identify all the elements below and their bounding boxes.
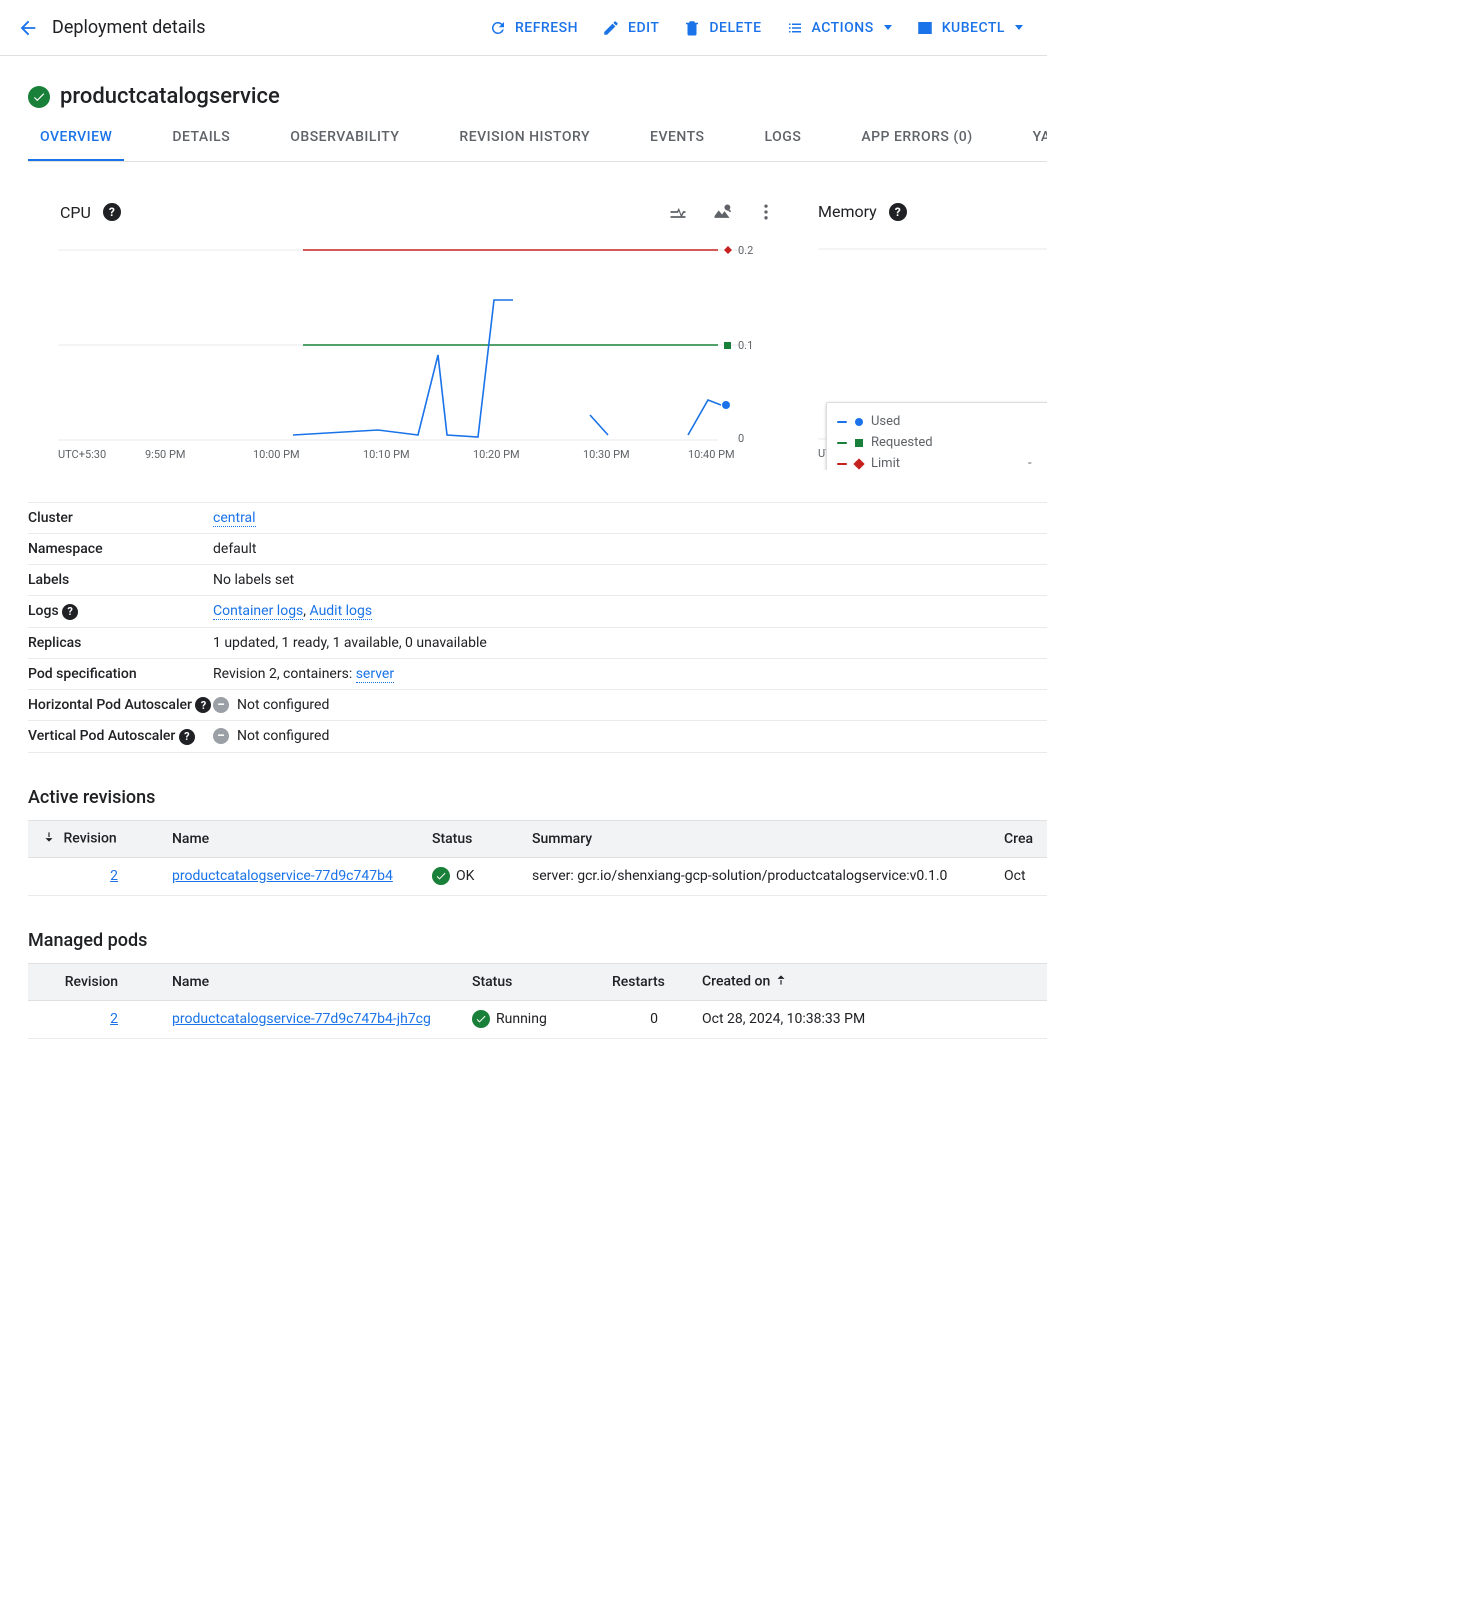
svg-text:10:40 PM: 10:40 PM [688, 448, 735, 461]
details-table: Cluster central Namespace default Labels… [28, 502, 1047, 753]
back-button[interactable] [8, 8, 48, 48]
check-icon [432, 867, 450, 885]
col-created[interactable]: Created on [688, 963, 1047, 1000]
col-name[interactable]: Name [158, 963, 458, 1000]
sort-desc-icon [42, 830, 56, 848]
pods-table: Revision Name Status Restarts Created on… [28, 963, 1047, 1039]
table-row[interactable]: 2 productcatalogservice-77d9c747b4-jh7cg… [28, 1000, 1047, 1038]
status-badge: Running [472, 1010, 547, 1028]
tab-logs[interactable]: LOGS [753, 129, 814, 161]
svg-text:UTC+5:30: UTC+5:30 [58, 448, 106, 461]
trash-icon [683, 19, 701, 37]
tab-app-errors[interactable]: APP ERRORS (0) [849, 129, 984, 161]
actions-dropdown[interactable]: ACTIONS [786, 19, 892, 37]
row-pod-spec: Pod specification Revision 2, containers… [28, 658, 1047, 689]
managed-pods-title: Managed pods [28, 930, 1047, 951]
chevron-down-icon [1015, 25, 1023, 30]
pencil-icon [602, 19, 620, 37]
topbar-actions: REFRESH EDIT DELETE ACTIONS KUBECTL [489, 19, 1039, 37]
svg-text:0.2: 0.2 [738, 244, 753, 257]
pod-revision-link[interactable]: 2 [110, 1011, 118, 1027]
help-icon[interactable]: ? [889, 203, 907, 221]
check-icon [472, 1010, 490, 1028]
svg-text:10:00 PM: 10:00 PM [253, 448, 300, 461]
tab-yaml[interactable]: YAML [1021, 129, 1047, 161]
col-revision[interactable]: Revision [28, 820, 158, 857]
chevron-down-icon [884, 25, 892, 30]
col-status[interactable]: Status [418, 820, 518, 857]
svg-text:10:20 PM: 10:20 PM [473, 448, 520, 461]
svg-text:10:10 PM: 10:10 PM [363, 448, 410, 461]
delete-button[interactable]: DELETE [683, 19, 761, 37]
revision-name-link[interactable]: productcatalogservice-77d9c747b4 [172, 868, 393, 884]
not-configured-icon: − [213, 728, 229, 744]
terminal-icon [916, 19, 934, 37]
row-logs: Logs ? Container logs, Audit logs [28, 596, 1047, 628]
not-configured-icon: − [213, 697, 229, 713]
tab-events[interactable]: EVENTS [638, 129, 717, 161]
pod-container-link[interactable]: server [356, 666, 394, 683]
container-logs-link[interactable]: Container logs [213, 603, 303, 620]
tab-observability[interactable]: OBSERVABILITY [278, 129, 411, 161]
col-revision[interactable]: Revision [28, 963, 158, 1000]
cluster-link[interactable]: central [213, 510, 256, 527]
col-created[interactable]: Crea [990, 820, 1047, 857]
revisions-table: Revision Name Status Summary Crea 2 prod… [28, 820, 1047, 896]
tab-details[interactable]: DETAILS [160, 129, 242, 161]
legend-requested: Requested - [837, 432, 1047, 453]
row-hpa: Horizontal Pod Autoscaler ? −Not configu… [28, 689, 1047, 721]
legend-used: Used [837, 411, 1047, 432]
row-labels: Labels No labels set [28, 565, 1047, 596]
col-summary[interactable]: Summary [518, 820, 990, 857]
status-ok-icon [28, 86, 50, 108]
tabs: OVERVIEW DETAILS OBSERVABILITY REVISION … [28, 129, 1047, 162]
col-restarts[interactable]: Restarts [598, 963, 688, 1000]
chart-legend: Used Requested - Limit - [826, 402, 1047, 470]
tab-overview[interactable]: OVERVIEW [28, 129, 124, 162]
refresh-icon [489, 19, 507, 37]
help-icon[interactable]: ? [62, 604, 78, 620]
edit-button[interactable]: EDIT [602, 19, 659, 37]
row-namespace: Namespace default [28, 534, 1047, 565]
col-name[interactable]: Name [158, 820, 418, 857]
more-vert-icon[interactable] [756, 202, 776, 222]
revision-link[interactable]: 2 [110, 868, 118, 884]
sort-asc-icon [774, 973, 788, 991]
cpu-chart-title: CPU [60, 203, 91, 222]
pod-name-link[interactable]: productcatalogservice-77d9c747b4-jh7cg [172, 1011, 431, 1027]
help-icon[interactable]: ? [179, 729, 195, 745]
row-vpa: Vertical Pod Autoscaler ? −Not configure… [28, 721, 1047, 753]
help-icon[interactable]: ? [103, 203, 121, 221]
active-revisions-title: Active revisions [28, 787, 1047, 808]
help-icon[interactable]: ? [195, 697, 211, 713]
arrow-left-icon [17, 17, 39, 39]
explore-icon[interactable] [712, 202, 732, 222]
deployment-heading: productcatalogservice [28, 72, 1047, 109]
svg-text:9:50 PM: 9:50 PM [145, 448, 185, 461]
memory-chart-title: Memory [818, 202, 877, 221]
table-row[interactable]: 2 productcatalogservice-77d9c747b4 OK se… [28, 857, 1047, 895]
list-icon [786, 19, 804, 37]
cpu-chart[interactable]: 0.2 0.1 0 UTC+5:30 9:50 PM 10:00 PM 10:1… [28, 240, 768, 470]
svg-text:0: 0 [738, 432, 744, 445]
row-cluster: Cluster central [28, 503, 1047, 534]
top-bar: Deployment details REFRESH EDIT DELETE A… [0, 0, 1047, 56]
kubectl-dropdown[interactable]: KUBECTL [916, 19, 1023, 37]
col-status[interactable]: Status [458, 963, 598, 1000]
memory-chart-panel: Memory ? UTC 10:00 P Used Requested [818, 202, 1047, 470]
refresh-button[interactable]: REFRESH [489, 19, 578, 37]
legend-toggle-icon[interactable] [668, 202, 688, 222]
svg-text:0.1: 0.1 [738, 339, 753, 352]
status-badge: OK [432, 867, 474, 885]
deployment-name: productcatalogservice [60, 84, 280, 109]
cpu-chart-panel: CPU ? 0.2 0.1 [28, 202, 788, 470]
audit-logs-link[interactable]: Audit logs [310, 603, 373, 620]
row-replicas: Replicas 1 updated, 1 ready, 1 available… [28, 627, 1047, 658]
tab-revision-history[interactable]: REVISION HISTORY [447, 129, 602, 161]
page-title: Deployment details [52, 17, 206, 38]
svg-text:10:30 PM: 10:30 PM [583, 448, 630, 461]
legend-limit: Limit - [837, 453, 1047, 470]
